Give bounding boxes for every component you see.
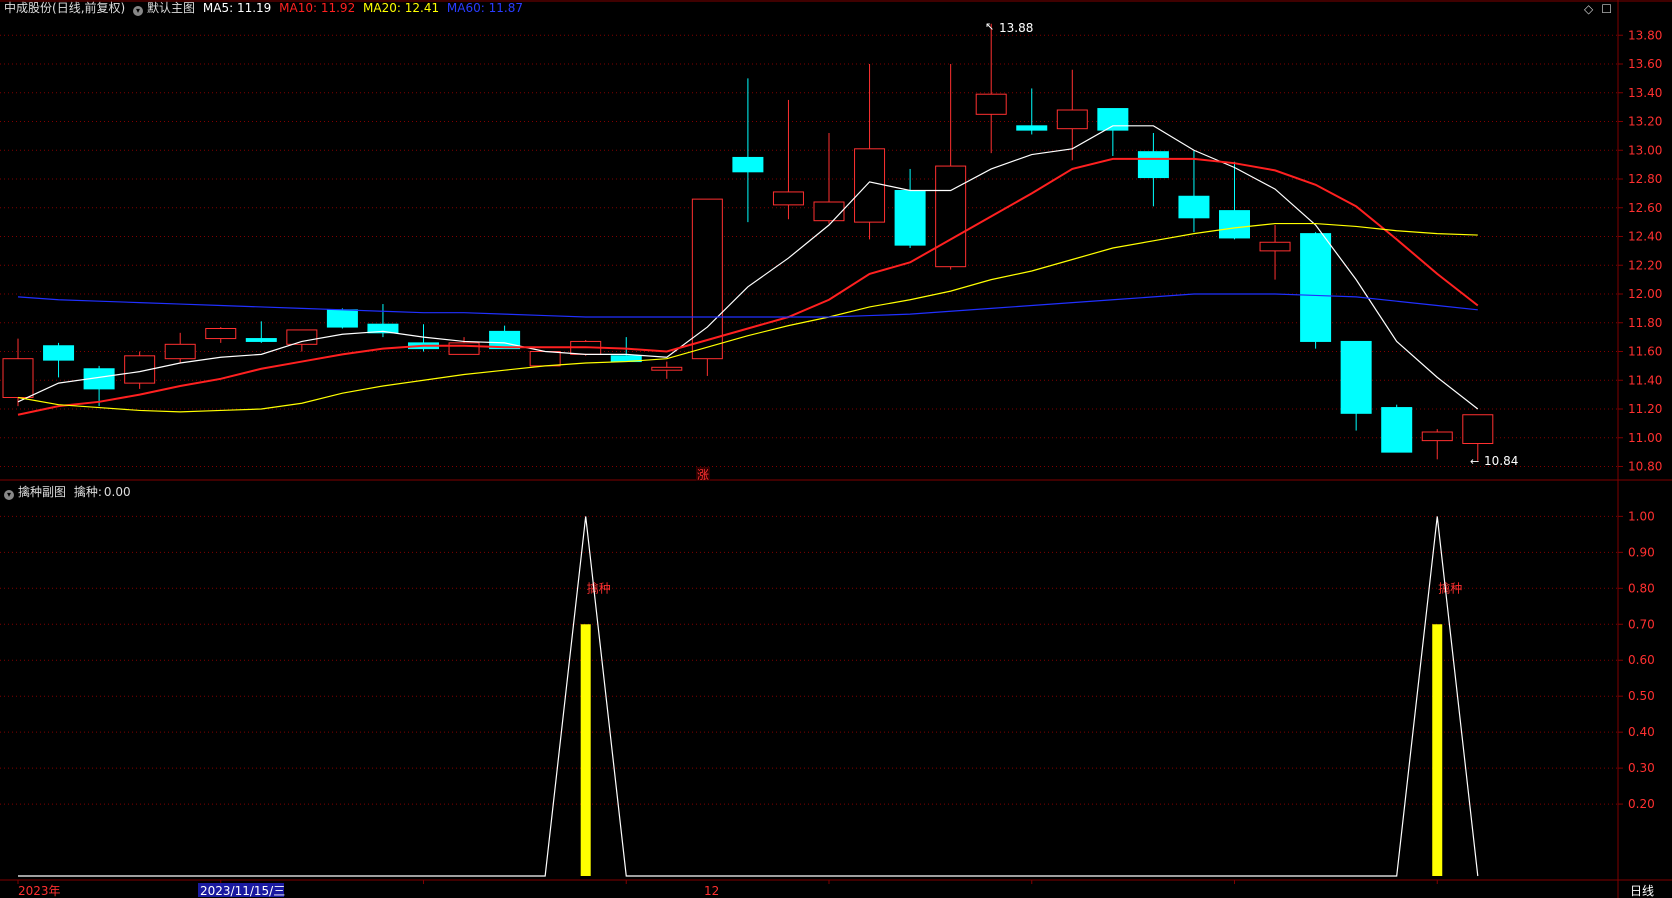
sub-y-tick-label: 0.50 xyxy=(1628,689,1655,703)
main-y-tick-label: 11.40 xyxy=(1628,373,1662,387)
candle xyxy=(164,332,196,363)
candle-body-up xyxy=(975,93,1007,115)
main-y-tick-label: 10.80 xyxy=(1628,460,1662,474)
candle xyxy=(1381,404,1413,453)
candle xyxy=(772,99,804,220)
candle-body-up xyxy=(1421,431,1453,442)
candle xyxy=(1016,88,1048,135)
main-y-tick-label: 11.60 xyxy=(1628,345,1662,359)
candle-body-up xyxy=(772,191,804,206)
high-arrow-icon: ↖ xyxy=(985,20,994,33)
candle-body-down xyxy=(1178,195,1210,219)
year-label: 2023年 xyxy=(18,884,61,898)
candle xyxy=(2,338,34,407)
candle-body-up xyxy=(935,165,967,268)
candle xyxy=(1178,150,1210,233)
sub-y-tick-label: 0.20 xyxy=(1628,797,1655,811)
candle-body-up xyxy=(286,329,318,345)
main-y-tick-label: 13.60 xyxy=(1628,57,1662,71)
candle xyxy=(1259,225,1291,280)
candle xyxy=(124,351,156,389)
candle-body-down xyxy=(1016,125,1048,131)
main-y-tick-label: 12.40 xyxy=(1628,230,1662,244)
low-arrow-icon: ← xyxy=(1470,455,1479,468)
candle xyxy=(326,308,358,329)
candle-body-up xyxy=(448,342,480,355)
chart-svg: 13.80 13.60 13.40 13.20 13.00 12.80 12.60 12.40… xyxy=(0,0,1672,898)
candle xyxy=(43,342,75,378)
candle-body-down xyxy=(1219,210,1250,239)
candle-body-down xyxy=(326,309,358,328)
high-price-label: 13.88 xyxy=(999,21,1033,35)
zhang-marker: 涨 xyxy=(697,467,709,482)
candle-body-up xyxy=(1056,109,1088,130)
sub-y-tick-label: 0.70 xyxy=(1628,617,1655,631)
main-y-tick-label: 13.80 xyxy=(1628,28,1662,42)
ma20-line xyxy=(17,222,1478,413)
main-y-tick-label: 12.80 xyxy=(1628,172,1662,186)
candle-body-down xyxy=(1381,407,1413,453)
period-button[interactable]: 日线 xyxy=(1630,884,1654,898)
candle xyxy=(245,321,277,343)
candle xyxy=(205,327,237,343)
candle-body-up xyxy=(651,366,683,371)
candle-body-down xyxy=(245,338,277,342)
main-y-tick-label: 11.00 xyxy=(1628,431,1662,445)
sub-y-tick-label: 0.30 xyxy=(1628,761,1655,775)
candle xyxy=(854,64,886,240)
candle-body-down xyxy=(1340,340,1372,414)
candle-body-down xyxy=(1300,233,1332,342)
candle xyxy=(813,133,845,224)
candle xyxy=(651,361,683,379)
signal-label: 擒种 xyxy=(1438,580,1462,595)
candle xyxy=(529,351,561,367)
candle-body-down xyxy=(732,156,764,173)
candle xyxy=(975,23,1007,154)
candle xyxy=(1340,340,1372,431)
sub-y-tick-label: 0.80 xyxy=(1628,581,1655,595)
sub-y-tick-label: 0.90 xyxy=(1628,545,1655,559)
main-y-tick-label: 12.60 xyxy=(1628,201,1662,215)
main-y-tick-label: 12.20 xyxy=(1628,258,1662,272)
candle xyxy=(286,329,318,352)
candle-body-up xyxy=(1462,414,1494,444)
candle xyxy=(1300,232,1332,349)
candle-body-down xyxy=(43,345,75,361)
candle-body-up xyxy=(529,351,561,367)
low-price-label: 10.84 xyxy=(1484,454,1518,468)
cursor-date-label: 2023/11/15/三 xyxy=(200,884,285,898)
sub-y-tick-label: 1.00 xyxy=(1628,509,1655,523)
signal-bar xyxy=(1432,624,1443,876)
main-y-tick-label: 12.00 xyxy=(1628,287,1662,301)
candle-body-down xyxy=(894,190,926,246)
ma60-line xyxy=(17,293,1478,318)
signal-bar xyxy=(580,624,591,876)
candle-body-up xyxy=(164,343,196,360)
main-y-tick-label: 11.20 xyxy=(1628,402,1662,416)
main-y-tick-label: 13.40 xyxy=(1628,86,1662,100)
candle xyxy=(1056,69,1088,161)
month-label: 12 xyxy=(704,884,719,898)
candle-body-up xyxy=(205,328,237,340)
signal-label: 擒种 xyxy=(587,580,611,595)
candle xyxy=(1421,429,1453,460)
main-y-tick-label: 13.20 xyxy=(1628,115,1662,129)
candle-body-down xyxy=(1137,151,1169,179)
stock-chart-window: 中成股份(日线,前复权) ▾ 默认主图 MA5: 11.19 MA10: 11.9… xyxy=(0,0,1672,898)
candle-body-up xyxy=(1259,241,1291,252)
candle-body-down xyxy=(1097,108,1129,131)
candle-body-up xyxy=(2,358,34,398)
candle xyxy=(894,168,926,248)
main-y-tick-label: 11.80 xyxy=(1628,316,1662,330)
main-y-tick-label: 13.00 xyxy=(1628,143,1662,157)
candle xyxy=(691,198,723,376)
candle-body-up xyxy=(854,148,886,223)
candle xyxy=(1137,133,1169,207)
candle xyxy=(732,78,764,223)
sub-y-tick-label: 0.60 xyxy=(1628,653,1655,667)
sub-y-tick-label: 0.40 xyxy=(1628,725,1655,739)
candle-body-up xyxy=(813,201,845,222)
